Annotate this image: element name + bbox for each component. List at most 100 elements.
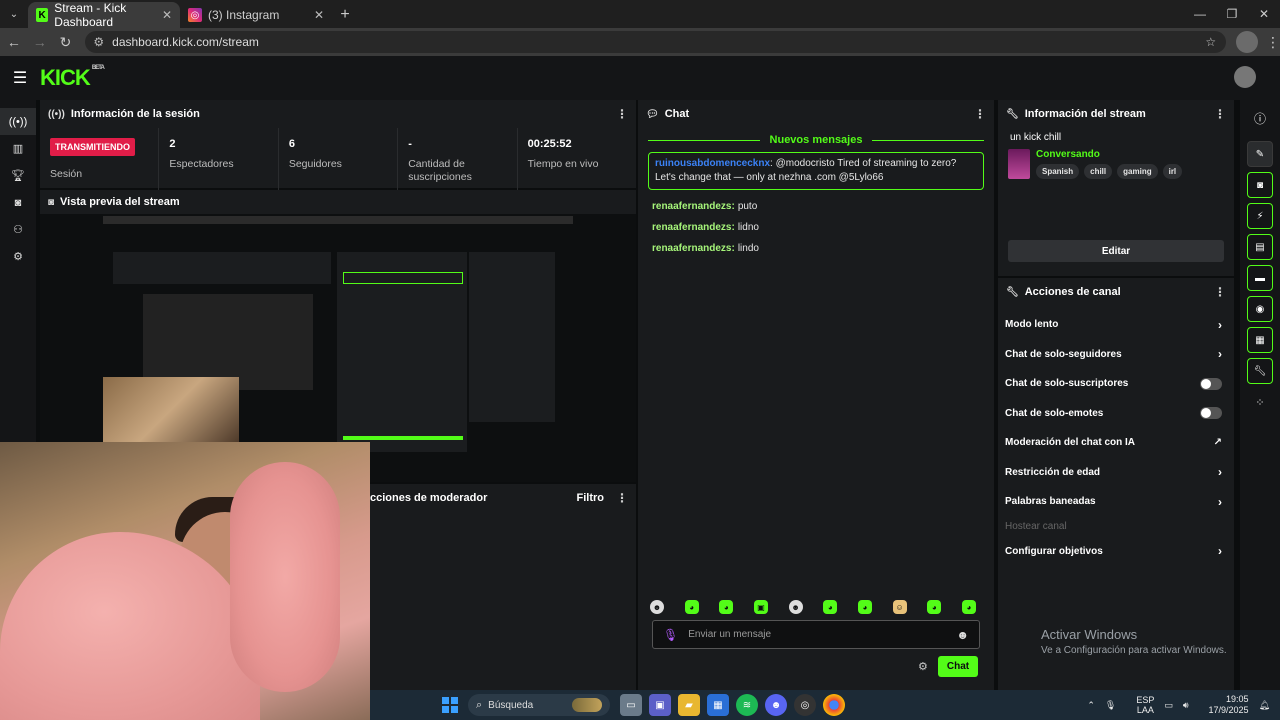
emote-icon[interactable]: ◕	[927, 600, 942, 614]
store-icon[interactable]: ▦	[707, 694, 729, 716]
close-tab-icon[interactable]: ✕	[314, 8, 324, 22]
chat-tool-icon[interactable]: ▬	[1247, 265, 1273, 291]
restore-icon[interactable]: ❐	[1216, 0, 1248, 28]
document-icon[interactable]: ▤	[1247, 234, 1273, 260]
chat-username[interactable]: ruinousabdomencecknx	[655, 158, 770, 169]
action-age-restriction[interactable]: Restricción de edad ›	[998, 458, 1234, 488]
emote-icon[interactable]: ☻	[788, 600, 803, 614]
chat-settings-gear-icon[interactable]: ⚙	[918, 660, 928, 673]
action-followers-only[interactable]: Chat de solo-seguidores ›	[998, 340, 1234, 370]
camera-tool-icon[interactable]: ◙	[1247, 172, 1273, 198]
highlighted-message[interactable]: ruinousabdomencecknx: @modocristo Tired …	[648, 152, 984, 190]
kebab-menu-icon[interactable]: ⋮	[1214, 107, 1226, 121]
action-label: Hostear canal	[1005, 521, 1067, 532]
stat-label: Seguidores	[288, 158, 342, 170]
emote-icon[interactable]: ▣	[753, 600, 768, 614]
file-explorer-icon[interactable]: ▰	[678, 694, 700, 716]
chat-username[interactable]: renaafernandezs:	[652, 201, 735, 212]
add-widget-icon[interactable]: ⁘	[1240, 389, 1280, 415]
users-icon[interactable]: ⚇	[0, 216, 36, 243]
emote-icon[interactable]: ◕	[684, 600, 699, 614]
chrome-icon[interactable]	[823, 694, 845, 716]
emotes-only-toggle[interactable]	[1200, 407, 1222, 420]
stat-value: 2	[169, 138, 176, 150]
obs-icon[interactable]: ◎	[794, 694, 816, 716]
user-avatar[interactable]	[1234, 66, 1256, 88]
action-ai-moderation[interactable]: Moderación del chat con IA ↗	[998, 428, 1234, 458]
action-emotes-only: Chat de solo-emotes	[998, 399, 1234, 429]
task-view-icon[interactable]: ▭	[620, 694, 642, 716]
stat-label: Espectadores	[169, 158, 234, 170]
close-tab-icon[interactable]: ✕	[162, 8, 172, 22]
edit-pencil-icon[interactable]: ✎	[1247, 141, 1273, 167]
chat-message[interactable]: renaafernandezs: puto	[652, 196, 980, 217]
trophy-icon[interactable]: 🏆︎	[0, 162, 36, 189]
minimize-icon[interactable]: —	[1184, 0, 1216, 28]
camera-icon[interactable]: ◙	[0, 189, 36, 216]
wrench-tool-icon[interactable]: 🔧︎	[1247, 358, 1273, 384]
kick-logo[interactable]: KICK BETA	[40, 65, 105, 91]
site-info-icon[interactable]: ⚙	[93, 35, 104, 49]
category-name[interactable]: Conversando	[1036, 149, 1182, 160]
emote-icon[interactable]: ◕	[719, 600, 734, 614]
spotify-icon[interactable]: ≋	[736, 694, 758, 716]
action-slow-mode[interactable]: Modo lento ›	[998, 310, 1234, 340]
tab-search-chevron-icon[interactable]: ⌄	[0, 0, 28, 28]
emote-icon[interactable]: ◕	[961, 600, 976, 614]
kebab-menu-icon[interactable]: ⋮	[974, 107, 986, 121]
chat-username[interactable]: renaafernandezs:	[652, 243, 735, 254]
chat-message-input[interactable]: 🎙︎ Enviar un mensaje ☻	[652, 620, 980, 649]
broadcast-icon[interactable]: ((•))	[0, 108, 36, 135]
emote-icon[interactable]: ☺	[892, 600, 907, 614]
taskbar-apps: ▭ ▣ ▰ ▦ ≋ ☻ ◎	[620, 694, 852, 716]
tab-instagram[interactable]: ◎ (3) Instagram ✕	[180, 2, 332, 28]
language-indicator[interactable]: ESP LAA	[1126, 695, 1154, 715]
subscribers-only-toggle[interactable]	[1200, 377, 1222, 390]
kebab-menu-icon[interactable]: ⋮	[616, 491, 628, 505]
action-configure-goals[interactable]: Configurar objetivos ›	[998, 537, 1234, 567]
tray-chevron-up-icon[interactable]: ⌃	[1087, 700, 1095, 711]
notification-bell-icon[interactable]: 🔔︎	[1259, 700, 1270, 711]
kebab-menu-icon[interactable]: ⋮	[616, 107, 628, 121]
emote-icon[interactable]: ☻	[650, 600, 664, 614]
emoji-picker-icon[interactable]: ☻	[956, 628, 969, 642]
info-icon[interactable]: ⓘ	[1240, 100, 1280, 136]
lightning-icon[interactable]: ⚡︎	[1247, 203, 1273, 229]
action-label: Configurar objetivos	[1005, 545, 1103, 557]
forward-arrow-icon[interactable]: →	[28, 30, 52, 54]
discord-icon[interactable]: ☻	[765, 694, 787, 716]
broadcast-tool-icon[interactable]: ◉	[1247, 296, 1273, 322]
taskbar-search[interactable]: ⌕ Búsqueda	[468, 694, 610, 716]
browser-menu-icon[interactable]: ⋮	[1266, 34, 1280, 51]
microphone-icon[interactable]: 🎙︎	[663, 628, 678, 642]
edit-stream-button[interactable]: Editar	[1008, 240, 1224, 262]
chat-message[interactable]: renaafernandezs: lindo	[652, 238, 980, 259]
stream-title: un kick chill	[1010, 132, 1062, 143]
back-arrow-icon[interactable]: ←	[2, 30, 26, 54]
bookmark-star-icon[interactable]: ☆	[1205, 35, 1216, 49]
chat-message[interactable]: renaafernandezs: lidno	[652, 217, 980, 238]
reload-icon[interactable]: ↻	[54, 30, 78, 54]
tab-kick-dashboard[interactable]: K Stream - Kick Dashboard ✕	[28, 1, 180, 29]
emote-icon[interactable]: ◕	[823, 600, 838, 614]
network-icon[interactable]: ▭	[1164, 700, 1173, 711]
layout-icon[interactable]: ▦	[1247, 327, 1273, 353]
clock[interactable]: 19:05 17/9/2025	[1199, 694, 1249, 716]
close-window-icon[interactable]: ✕	[1248, 0, 1280, 28]
settings-gear-icon[interactable]: ⚙	[0, 243, 36, 270]
filter-button[interactable]: Filtro	[577, 492, 605, 504]
analytics-icon[interactable]: ▥	[0, 135, 36, 162]
tray-mic-icon[interactable]: 🎙︎	[1105, 700, 1116, 711]
emote-icon[interactable]: ◕	[857, 600, 872, 614]
profile-avatar[interactable]	[1236, 31, 1258, 53]
new-tab-button[interactable]: +	[332, 2, 358, 28]
volume-icon[interactable]: 🔊︎	[1183, 700, 1189, 711]
hamburger-menu-icon[interactable]: ☰	[0, 68, 40, 88]
url-field[interactable]: ⚙ dashboard.kick.com/stream ☆	[85, 31, 1227, 53]
teams-icon[interactable]: ▣	[649, 694, 671, 716]
windows-start-icon[interactable]	[442, 697, 458, 713]
chat-username[interactable]: renaafernandezs:	[652, 222, 735, 233]
send-chat-button[interactable]: Chat	[937, 656, 979, 677]
action-banned-words[interactable]: Palabras baneadas ›	[998, 487, 1234, 517]
kebab-menu-icon[interactable]: ⋮	[1214, 285, 1226, 299]
